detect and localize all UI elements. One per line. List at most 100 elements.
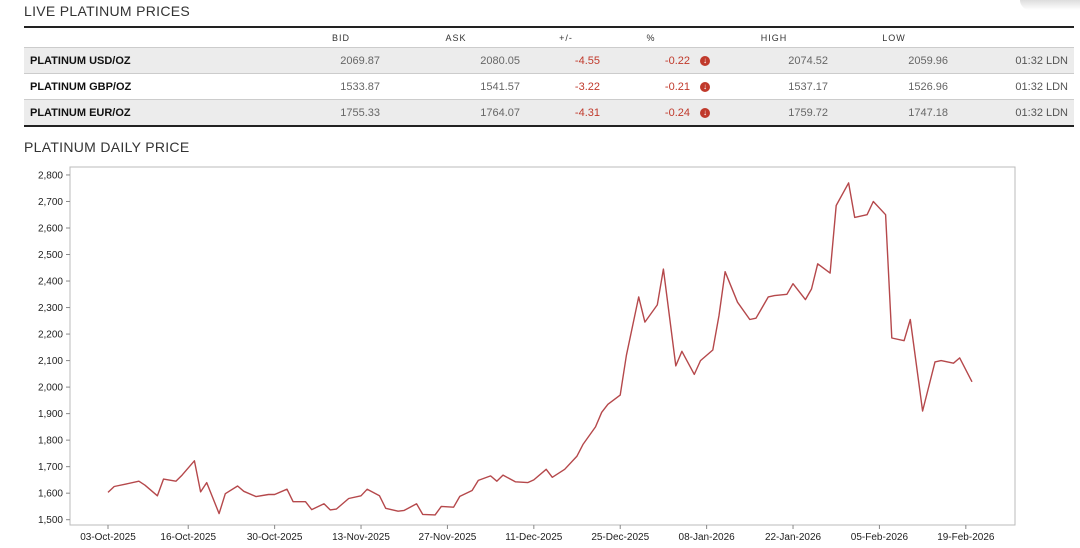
x-tick-label: 08-Jan-2026 [679, 532, 736, 543]
data-point [600, 410, 604, 414]
data-point [402, 508, 406, 512]
row-bid: 2069.87 [296, 47, 386, 74]
data-point [692, 372, 696, 376]
row-ask: 1764.07 [386, 99, 526, 126]
data-point [544, 467, 548, 471]
x-tick-label: 19-Feb-2026 [937, 532, 995, 543]
data-point [377, 494, 381, 498]
data-point [347, 496, 351, 500]
row-high: 1759.72 [714, 99, 834, 126]
y-tick-label: 1,700 [38, 462, 63, 473]
series-group [0, 182, 973, 517]
header-pct: % [646, 32, 656, 43]
y-tick-label: 2,200 [38, 330, 63, 341]
row-high: 1537.17 [714, 73, 834, 100]
row-low: 1526.96 [834, 73, 954, 100]
data-point [310, 507, 314, 511]
data-point [890, 336, 894, 340]
row-low: 2059.96 [834, 47, 954, 74]
x-tick-label: 11-Dec-2025 [505, 532, 563, 543]
data-point [532, 478, 536, 482]
data-point [217, 511, 221, 515]
data-point [816, 262, 820, 266]
table-row[interactable]: PLATINUM USD/OZ 2069.87 2080.05 -4.55 -0… [24, 47, 1074, 74]
x-tick-label: 03-Oct-2025 [80, 532, 136, 543]
data-point [809, 287, 813, 291]
arrow-down-icon: ↓ [700, 81, 710, 92]
data-point [433, 513, 437, 517]
data-point [359, 494, 363, 498]
y-tick-label: 2,500 [38, 250, 63, 261]
data-point [593, 425, 597, 429]
data-point [414, 502, 418, 506]
table-row[interactable]: PLATINUM EUR/OZ 1755.33 1764.07 -4.31 -0… [24, 99, 1074, 126]
data-point [717, 313, 721, 317]
data-point [143, 483, 147, 487]
data-point [834, 203, 838, 207]
live-prices-title: LIVE PLATINUM PRICES [24, 3, 191, 19]
data-point [698, 358, 702, 362]
data-point [754, 316, 758, 320]
data-point [581, 442, 585, 446]
y-tick-label: 2,400 [38, 277, 63, 288]
daily-price-chart: 1,500 1,600 1,700 1,800 1,900 2,000 2,100 2,200… [0, 166, 1016, 543]
series-line-0 [107, 182, 973, 516]
data-point [575, 454, 579, 458]
data-point [501, 473, 505, 477]
data-point [643, 320, 647, 324]
data-point [396, 509, 400, 513]
table-row[interactable]: PLATINUM GBP/OZ 1533.87 1541.57 -3.22 -0… [24, 73, 1074, 100]
data-point [735, 300, 739, 304]
y-tick-label: 1,500 [38, 515, 63, 526]
data-point [303, 500, 307, 504]
data-point [470, 488, 474, 492]
data-point [803, 297, 807, 301]
x-tick-label: 22-Jan-2026 [765, 532, 822, 543]
header-icon [696, 27, 714, 48]
y-tick-label: 2,100 [38, 356, 63, 367]
row-pct: -0.24 [606, 99, 696, 126]
data-point [748, 317, 752, 321]
data-point [161, 477, 165, 481]
data-point [112, 484, 116, 488]
data-point [235, 484, 239, 488]
y-tick-label: 2,600 [38, 223, 63, 234]
data-point [205, 480, 209, 484]
data-point [488, 474, 492, 478]
data-point [174, 479, 178, 483]
header-name [24, 27, 296, 48]
data-point [828, 271, 832, 275]
row-change: -4.31 [526, 99, 606, 126]
data-point [180, 473, 184, 477]
x-tick-label: 25-Dec-2025 [591, 532, 649, 543]
header-ask: ASK [445, 32, 467, 43]
row-time: 01:32 LDN [954, 73, 1074, 100]
row-change: -4.55 [526, 47, 606, 74]
table-header-row: BID ASK +/- % HIGH LOW [24, 27, 1074, 48]
header-high: HIGH [760, 32, 788, 43]
data-point [266, 492, 270, 496]
data-point [563, 467, 567, 471]
arrow-down-icon: ↓ [700, 107, 710, 118]
data-point [618, 393, 622, 397]
data-point [476, 478, 480, 482]
data-point [285, 487, 289, 491]
data-point [106, 490, 110, 494]
data-point [951, 361, 955, 365]
row-ask: 2080.05 [386, 47, 526, 74]
x-tick-label: 27-Nov-2025 [419, 532, 477, 543]
data-point [766, 295, 770, 299]
y-tick-label: 2,800 [38, 170, 63, 181]
data-point [334, 507, 338, 511]
data-point [439, 504, 443, 508]
data-point [908, 317, 912, 321]
y-tick-label: 2,300 [38, 303, 63, 314]
data-point [254, 494, 258, 498]
row-time: 01:32 LDN [954, 99, 1074, 126]
data-point [711, 348, 715, 352]
window-corner-shadow [1020, 0, 1080, 10]
y-tick-label: 1,800 [38, 436, 63, 447]
data-point [365, 487, 369, 491]
y-axis: 1,500 1,600 1,700 1,800 1,900 2,000 2,100 2,200… [38, 170, 70, 526]
data-point [0, 373, 2, 377]
